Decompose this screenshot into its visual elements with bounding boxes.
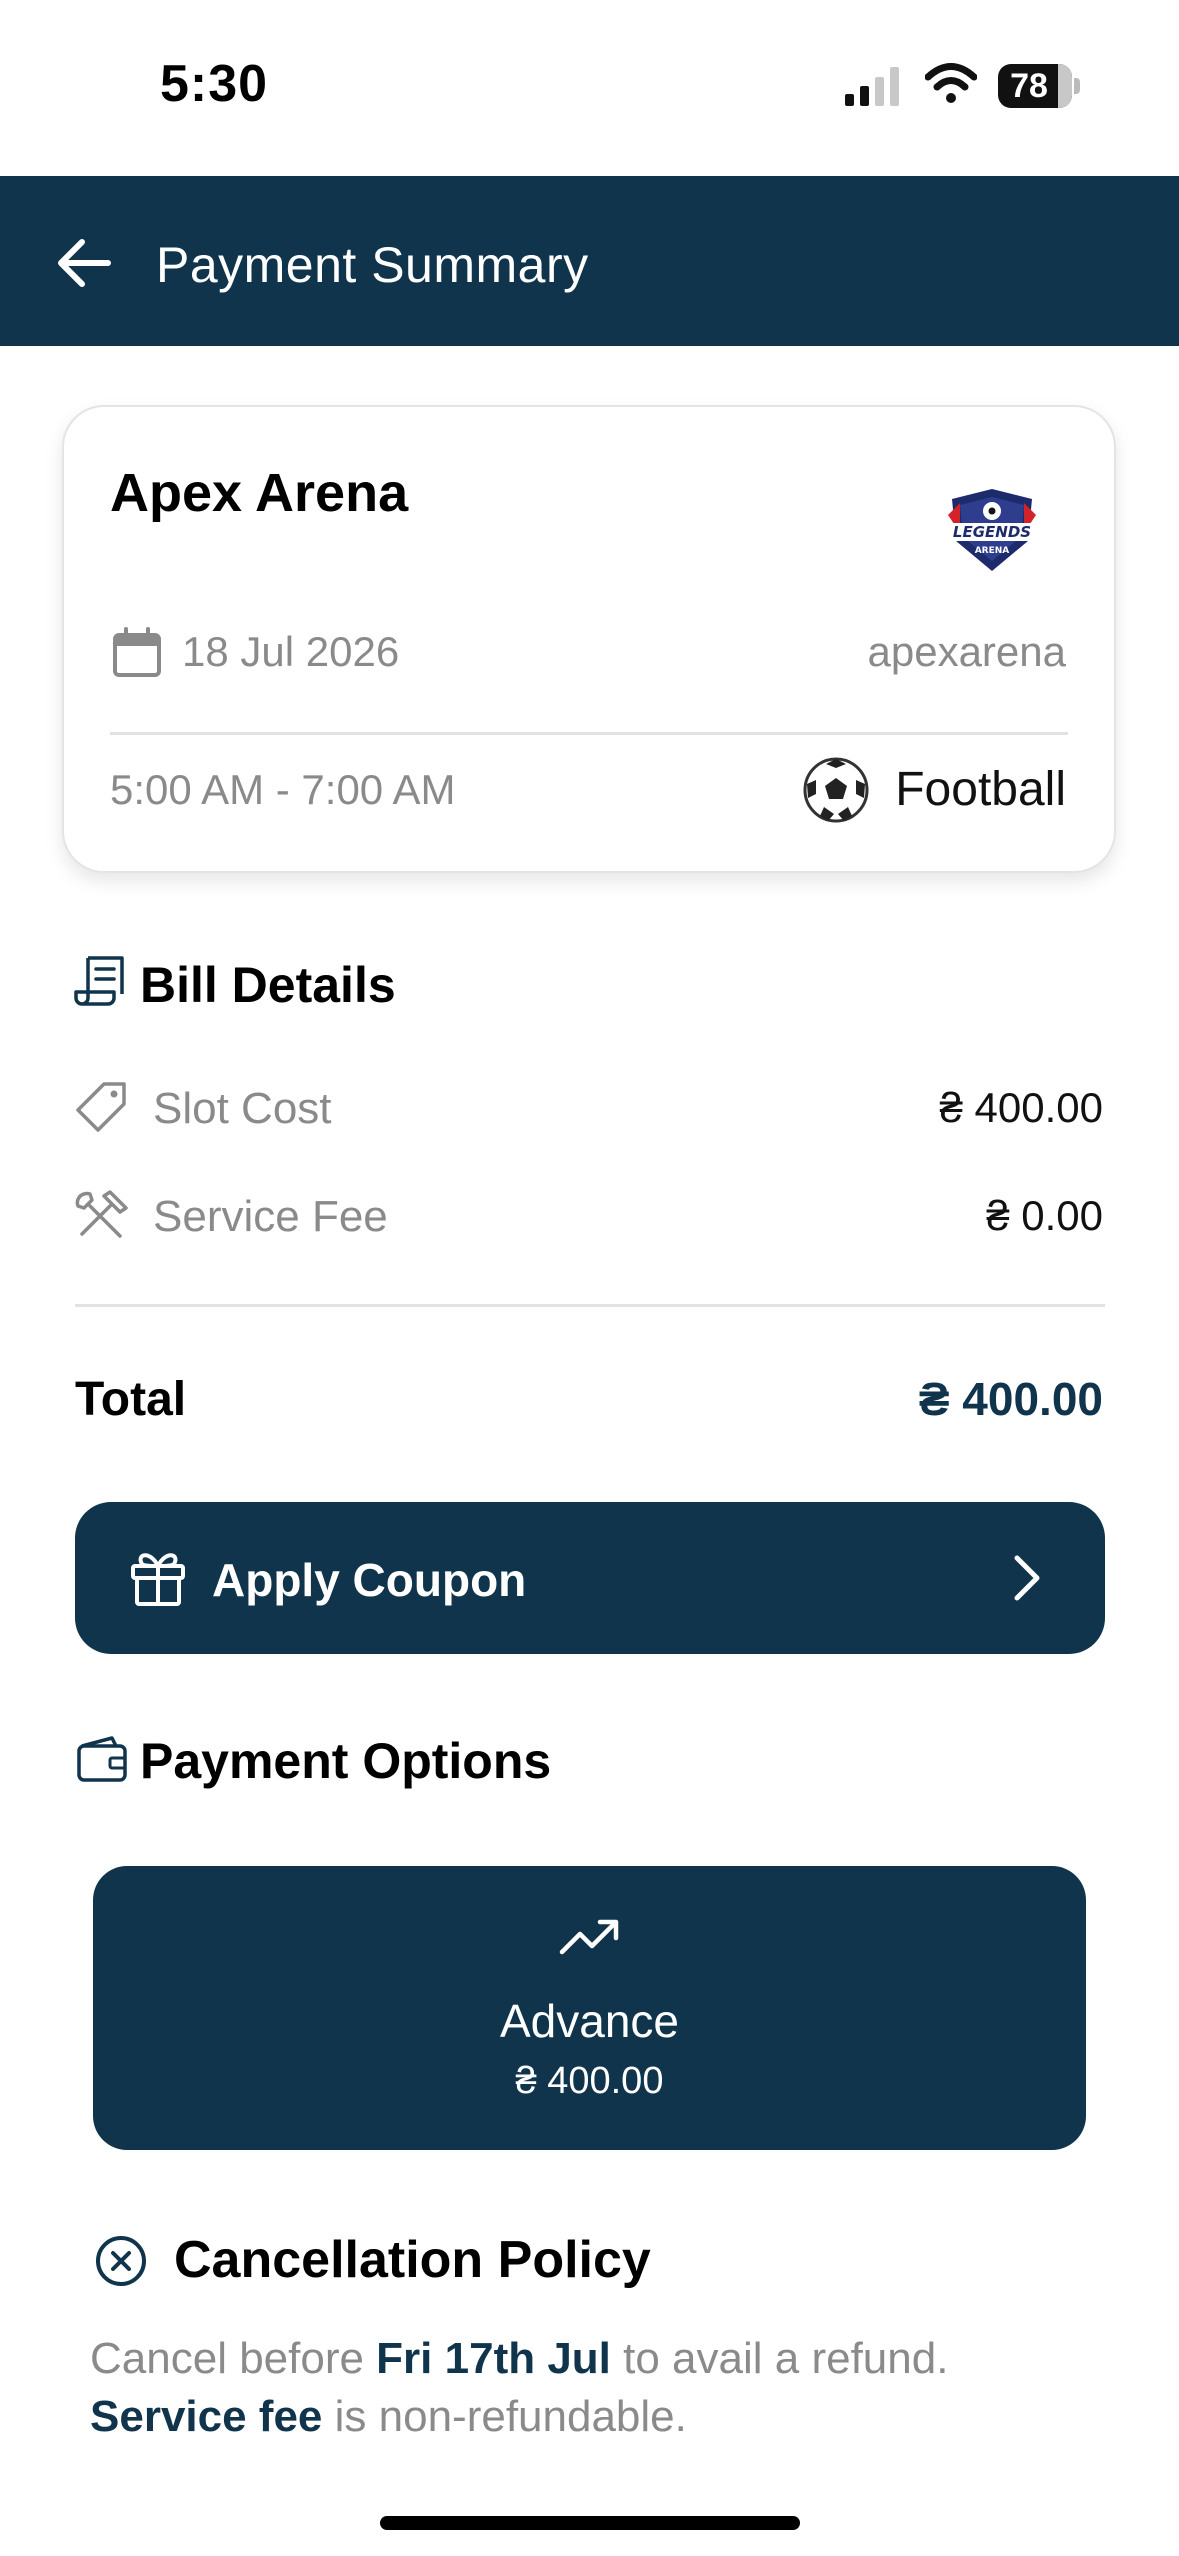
refund-deadline: Fri 17th Jul <box>376 2334 611 2383</box>
battery-level: 78 <box>1010 67 1048 105</box>
service-fee-highlight: Service fee <box>90 2392 323 2441</box>
soccer-ball-icon <box>803 757 869 823</box>
svg-text:LEGENDS: LEGENDS <box>953 523 1031 541</box>
battery-indicator: 78 <box>998 64 1080 108</box>
bill-details-title: Bill Details <box>140 957 396 1013</box>
close-circle-icon <box>96 2236 146 2286</box>
wallet-icon <box>77 1736 127 1782</box>
service-fee-value: ₴ 0.00 <box>986 1192 1103 1239</box>
payment-options-title: Payment Options <box>140 1733 552 1789</box>
arrow-left-icon[interactable] <box>50 228 120 298</box>
cellular-signal-icon <box>845 67 899 106</box>
venue-logo: LEGENDS ARENA <box>948 489 1036 571</box>
advance-amount: ₴ 400.00 <box>515 2060 664 2102</box>
sport-name: Football <box>895 763 1066 816</box>
tag-icon <box>76 1082 126 1132</box>
svg-text:ARENA: ARENA <box>975 546 1010 556</box>
status-time: 5:30 <box>160 55 269 113</box>
trending-up-icon <box>559 1919 619 1955</box>
policy-refund-text: Cancel before Fri 17th Jul to avail a re… <box>90 2334 949 2383</box>
receipt-icon <box>74 956 124 1006</box>
slot-cost-label: Slot Cost <box>153 1084 332 1133</box>
tools-icon <box>75 1190 128 1238</box>
home-indicator <box>380 2516 800 2530</box>
total-label: Total <box>75 1373 187 1426</box>
booking-date: 18 Jul 2026 <box>182 628 400 675</box>
venue-name: Apex Arena <box>110 463 409 523</box>
cancellation-policy-title: Cancellation Policy <box>174 2231 651 2289</box>
wifi-icon <box>925 63 977 103</box>
calendar-icon <box>113 627 161 677</box>
time-slot: 5:00 AM - 7:00 AM <box>110 766 456 813</box>
page-title: Payment Summary <box>156 237 589 293</box>
slot-cost-value: ₴ 400.00 <box>939 1084 1104 1131</box>
advance-label: Advance <box>499 1995 679 2047</box>
gift-icon <box>131 1553 185 1606</box>
policy-fee-text: Service fee is non-refundable. <box>90 2392 687 2441</box>
total-value: ₴ 400.00 <box>918 1373 1103 1425</box>
divider <box>75 1304 1105 1307</box>
chevron-right-icon <box>1014 1555 1040 1601</box>
service-fee-label: Service Fee <box>153 1192 388 1241</box>
venue-handle: apexarena <box>867 628 1067 675</box>
apply-coupon-label: Apply Coupon <box>212 1554 527 1606</box>
divider <box>110 732 1068 735</box>
